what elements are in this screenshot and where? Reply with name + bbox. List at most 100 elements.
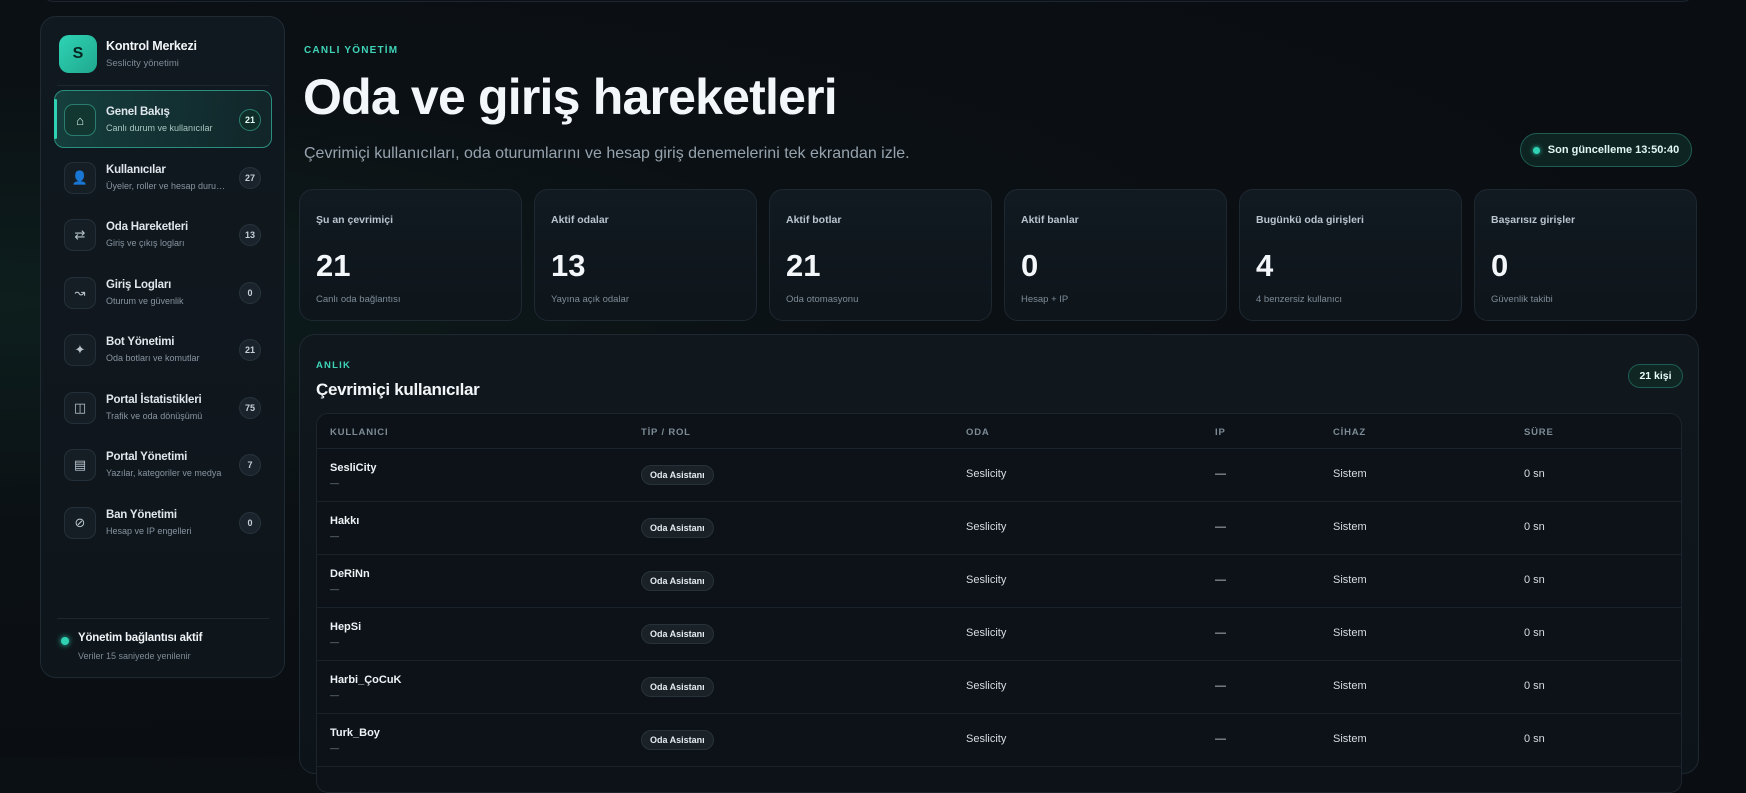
stat-value: 21 xyxy=(786,248,821,283)
stat-value: 4 xyxy=(1256,248,1274,283)
sidebar-item-login[interactable]: ↝ Giriş Logları Oturum ve güvenlik 0 xyxy=(54,263,272,321)
brand-logo: S xyxy=(59,35,97,73)
duration-cell: 0 sn xyxy=(1524,468,1545,480)
stat-label: Aktif botlar xyxy=(786,214,842,226)
sidebar-item-label: Genel Bakış xyxy=(106,106,170,118)
role-badge: Oda Asistanı xyxy=(641,571,714,591)
user-subtitle: — xyxy=(330,478,339,488)
stat-label: Bugünkü oda girişleri xyxy=(1256,214,1364,226)
sidebar-item-subtitle: Giriş ve çıkış logları xyxy=(106,238,185,248)
sidebar-item-count: 27 xyxy=(239,166,261,189)
role-badge: Oda Asistanı xyxy=(641,624,714,644)
ip-cell: — xyxy=(1215,521,1226,533)
sidebar-item-label: Portal Yönetimi xyxy=(106,451,188,463)
page-eyebrow: CANLI YÖNETİM xyxy=(304,45,399,56)
stat-value: 13 xyxy=(551,248,586,283)
sidebar-divider xyxy=(57,85,269,86)
sidebar-item-swap-arrows[interactable]: ⇄ Oda Hareketleri Giriş ve çıkış logları 13 xyxy=(54,205,272,263)
column-header[interactable]: TİP / ROL xyxy=(641,427,691,438)
device-cell: Sistem xyxy=(1333,468,1367,480)
sidebar-item-label: Bot Yönetimi xyxy=(106,336,175,348)
sidebar-item-sparkle[interactable]: ✦ Bot Yönetimi Oda botları ve komutlar 21 xyxy=(54,320,272,378)
stat-value: 0 xyxy=(1021,248,1039,283)
stat-subtitle: Canlı oda bağlantısı xyxy=(316,294,401,305)
stat-card: Aktif botlar 21 Oda otomasyonu xyxy=(769,189,992,321)
sparkle-icon: ✦ xyxy=(64,334,96,366)
connection-subtitle: Veriler 15 saniyede yenilenir xyxy=(78,651,191,661)
ban-icon: ⊘ xyxy=(64,506,96,539)
device-cell: Sistem xyxy=(1333,680,1367,692)
column-header[interactable]: KULLANICI xyxy=(330,427,388,438)
sidebar-item-document[interactable]: ▤ Portal Yönetimi Yazılar, kategoriler ve … xyxy=(54,435,272,493)
stat-card: Aktif banlar 0 Hesap + IP xyxy=(1004,189,1227,321)
duration-cell: 0 sn xyxy=(1524,521,1545,533)
user-subtitle: — xyxy=(330,584,339,594)
table-row[interactable]: Hakkı — Oda Asistanı Seslicity — Sistem 0 sn xyxy=(317,502,1681,555)
user-name: DeRiNn xyxy=(330,568,370,580)
stat-value: 21 xyxy=(316,248,351,283)
device-cell: Sistem xyxy=(1333,574,1367,586)
stat-card: Başarısız girişler 0 Güvenlik takibi xyxy=(1474,189,1697,321)
sidebar-item-count: 0 xyxy=(239,281,261,304)
columns-icon: ◫ xyxy=(64,391,96,424)
user-subtitle: — xyxy=(330,690,339,700)
stat-card: Aktif odalar 13 Yayına açık odalar xyxy=(534,189,757,321)
column-header[interactable]: SÜRE xyxy=(1524,427,1554,438)
ip-cell: — xyxy=(1215,627,1226,639)
sidebar: S Kontrol Merkezi Seslicity yönetimi ⌂ Ge… xyxy=(40,16,285,678)
user-subtitle: — xyxy=(330,531,339,541)
ip-cell: — xyxy=(1215,733,1226,745)
sidebar-item-label: Giriş Logları xyxy=(106,278,172,291)
ip-cell: — xyxy=(1215,468,1226,480)
table-row[interactable]: DeRiNn — Oda Asistanı Seslicity — Sistem 0 sn xyxy=(317,555,1681,608)
sidebar-item-subtitle: Oturum ve güvenlik xyxy=(106,295,184,306)
ip-cell: — xyxy=(1215,574,1226,586)
connection-status: Yönetim bağlantısı aktif Veriler 15 sani… xyxy=(61,631,271,671)
stat-subtitle: Güvenlik takibi xyxy=(1491,294,1553,305)
stat-subtitle: Oda otomasyonu xyxy=(786,294,859,305)
stat-card: Bugünkü oda girişleri 4 4 benzersiz kullan… xyxy=(1239,189,1462,321)
online-count-badge: 21 kişi xyxy=(1628,364,1683,388)
sidebar-item-count: 7 xyxy=(239,454,261,476)
duration-cell: 0 sn xyxy=(1524,733,1545,745)
sidebar-item-columns[interactable]: ◫ Portal İstatistikleri Trafik ve oda dönü… xyxy=(54,378,272,436)
sidebar-item-count: 21 xyxy=(239,109,261,131)
sidebar-item-home[interactable]: ⌂ Genel Bakış Canlı durum ve kullanıcılar 2… xyxy=(54,90,272,148)
stat-subtitle: Yayına açık odalar xyxy=(551,294,629,305)
room-cell: Seslicity xyxy=(966,574,1007,586)
online-users-panel: ANLIK Çevrimiçi kullanıcılar 21 kişi KUL… xyxy=(299,334,1699,793)
duration-cell: 0 sn xyxy=(1524,574,1545,586)
duration-cell: 0 sn xyxy=(1524,627,1545,639)
room-cell: Seslicity xyxy=(966,468,1007,480)
column-header[interactable]: ODA xyxy=(966,427,990,438)
column-header[interactable]: IP xyxy=(1215,427,1226,438)
room-cell: Seslicity xyxy=(966,680,1007,692)
sidebar-item-subtitle: Oda botları ve komutlar xyxy=(106,353,200,363)
document-icon: ▤ xyxy=(64,449,96,481)
sidebar-divider xyxy=(57,618,269,619)
table-row[interactable]: Turk_Boy — Oda Asistanı Seslicity — Sistem 0 s… xyxy=(317,714,1681,767)
user-icon: 👤 xyxy=(64,161,96,194)
sidebar-item-ban[interactable]: ⊘ Ban Yönetimi Hesap ve IP engelleri 0 xyxy=(54,493,272,551)
home-icon: ⌂ xyxy=(64,104,96,136)
stat-subtitle: 4 benzersiz kullanıcı xyxy=(1256,294,1343,305)
column-header[interactable]: CİHAZ xyxy=(1333,427,1366,438)
stat-label: Aktif banlar xyxy=(1021,214,1079,226)
table-row[interactable]: SesliCity — Oda Asistanı Seslicity — Sistem 0 … xyxy=(317,449,1681,502)
brand: S Kontrol Merkezi Seslicity yönetimi xyxy=(59,35,269,75)
device-cell: Sistem xyxy=(1333,733,1367,745)
sidebar-item-user[interactable]: 👤 Kullanıcılar Üyeler, roller ve hesap dur… xyxy=(54,148,272,206)
sidebar-item-label: Oda Hareketleri xyxy=(106,221,189,233)
brand-subtitle: Seslicity yönetimi xyxy=(106,58,179,69)
sidebar-item-label: Portal İstatistikleri xyxy=(106,393,202,406)
table-row[interactable]: HepSi — Oda Asistanı Seslicity — Sistem 0 sn xyxy=(317,608,1681,661)
table-row[interactable]: Harbi_ÇoCuK — Oda Asistanı Seslicity — Sistem… xyxy=(317,661,1681,714)
duration-cell: 0 sn xyxy=(1524,680,1545,692)
sidebar-item-subtitle: Üyeler, roller ve hesap durumları xyxy=(106,180,231,191)
page-description: Çevrimiçi kullanıcıları, oda oturumların… xyxy=(304,145,910,162)
sidebar-item-count: 0 xyxy=(239,511,261,534)
stat-card: Şu an çevrimiçi 21 Canlı oda bağlantısı xyxy=(299,189,522,321)
page-title: Oda ve giriş hareketleri xyxy=(303,69,838,125)
role-badge: Oda Asistanı xyxy=(641,518,714,538)
room-cell: Seslicity xyxy=(966,521,1007,533)
